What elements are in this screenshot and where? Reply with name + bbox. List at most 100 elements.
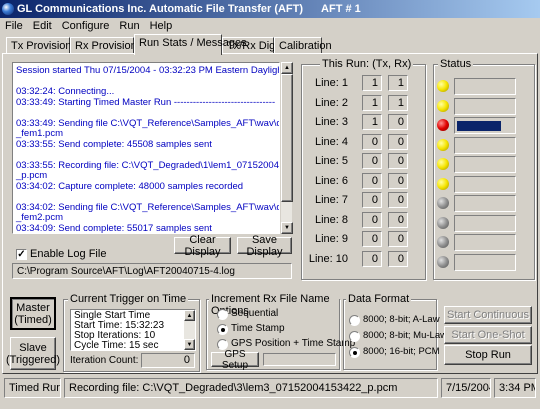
status-led-icon (437, 138, 449, 151)
tab-tx-provisioning[interactable]: Tx Provisioning (6, 37, 86, 54)
clear-display-button[interactable]: Clear Display (174, 234, 231, 258)
tx-count: 1 (362, 114, 382, 130)
app-icon (2, 3, 14, 15)
rx-count: 0 (388, 231, 408, 247)
tx-count: 1 (362, 94, 382, 111)
menu-bar: File Edit Configure Run Help (0, 18, 540, 34)
log-line: _p.pcm (16, 170, 48, 181)
rx-count: 1 (388, 75, 408, 91)
trigger-list[interactable]: Single Start Time Start Time: 15:32:23 S… (70, 309, 196, 351)
rx-count: 0 (388, 153, 408, 169)
rx-count: 1 (388, 94, 408, 111)
status-indicator (454, 195, 516, 212)
log-line: 03:32:24: Connecting... (16, 86, 115, 97)
line-row: Line: 1 11 (312, 75, 408, 91)
gps-status-field (263, 353, 336, 366)
scroll-up-icon[interactable]: ▲ (281, 62, 293, 74)
status-led-icon (437, 99, 449, 112)
format-mulaw-label: 8000; 8-bit; Mu-Law (363, 330, 447, 341)
log-line: 03:34:09: Send complete: 55017 samples s… (16, 222, 212, 234)
start-continuous-button[interactable]: Start Continuous (444, 306, 532, 324)
radio-mulaw[interactable] (349, 331, 360, 342)
tx-count: 0 (362, 153, 382, 169)
log-line: _fem1.pcm (16, 128, 63, 139)
tx-count: 0 (362, 211, 382, 228)
status-group: Status (433, 58, 535, 280)
menu-file[interactable]: File (0, 20, 28, 32)
status-indicator (454, 117, 516, 134)
status-led-icon (437, 119, 449, 131)
radio-sequential[interactable] (217, 309, 228, 320)
tx-count: 0 (362, 192, 382, 208)
line-row: Line: 2 11 (312, 94, 408, 111)
scroll-up-icon[interactable]: ▲ (184, 310, 195, 321)
increment-group: Increment Rx File Name Options Sequentia… (206, 293, 355, 371)
line-label: Line: 4 (314, 135, 348, 148)
line-label: Line: 3 (314, 116, 348, 128)
radio-alaw[interactable] (349, 315, 360, 326)
status-title: Status (438, 58, 474, 70)
data-format-title: Data Format (346, 293, 412, 305)
menu-help[interactable]: Help (145, 20, 178, 32)
tab-calibration[interactable]: Calibration (274, 37, 332, 54)
log-scrollbar[interactable]: ▲ ▼ (280, 62, 293, 234)
log-path-field[interactable]: C:\Program Source\AFT\Log\AFT20040715-4.… (12, 263, 292, 279)
radio-pcm[interactable] (349, 347, 360, 358)
status-led-icon (437, 236, 449, 248)
trigger-title: Current Trigger on Time (68, 293, 189, 305)
instance-label: AFT # 1 (321, 3, 361, 15)
tab-strip: Tx Provisioning Rx Provisioning Run Stat… (0, 34, 540, 55)
status-indicator (454, 156, 516, 173)
slave-triggered-button[interactable]: Slave (Triggered) (6, 337, 60, 370)
option-sequential-label: Sequential (231, 308, 279, 319)
line-label: Line: 7 (314, 194, 348, 206)
title-bar: GL Communications Inc. Automatic File Tr… (0, 0, 540, 18)
window-title: GL Communications Inc. Automatic File Tr… (17, 3, 304, 15)
tx-count: 0 (362, 250, 382, 267)
gps-setup-button[interactable]: GPS Setup (211, 349, 259, 371)
save-display-button[interactable]: Save Display (237, 234, 292, 258)
menu-edit[interactable]: Edit (28, 20, 57, 32)
trigger-scrollbar[interactable]: ▲ ▼ (184, 310, 195, 350)
message-log[interactable]: Session started Thu 07/15/2004 - 03:32:2… (12, 62, 280, 234)
status-time: 3:34 PM (494, 378, 536, 398)
menu-configure[interactable]: Configure (57, 20, 115, 32)
rx-count: 0 (388, 211, 408, 228)
status-led-icon (437, 177, 449, 190)
master-timed-button[interactable]: Master (Timed) (10, 297, 56, 330)
tx-count: 0 (362, 133, 382, 150)
scroll-down-icon[interactable]: ▼ (281, 222, 293, 234)
scroll-thumb[interactable] (281, 74, 293, 202)
start-oneshot-button[interactable]: Start One-Shot (444, 326, 532, 344)
status-led-icon (437, 197, 449, 209)
line-row: Line: 7 00 (312, 192, 408, 208)
format-alaw-label: 8000; 8-bit; A-Law (363, 314, 440, 325)
line-row: Line: 5 00 (312, 153, 408, 169)
radio-time-stamp[interactable] (217, 324, 228, 335)
rx-count: 0 (388, 114, 408, 130)
format-pcm-label: 8000; 16-bit; PCM (363, 346, 440, 357)
option-time-stamp-label: Time Stamp (231, 323, 285, 334)
line-label: Line: 9 (314, 233, 348, 245)
menu-run[interactable]: Run (114, 20, 144, 32)
enable-log-checkbox[interactable]: ✓ (16, 249, 27, 260)
rx-count: 0 (388, 192, 408, 208)
tab-run-stats[interactable]: Run Stats / Messages (134, 34, 247, 55)
line-label: Line: 10 (308, 252, 348, 265)
status-indicator (454, 253, 516, 271)
stop-run-button[interactable]: Stop Run (444, 345, 532, 365)
tab-rx-provisioning[interactable]: Rx Provisioning (70, 37, 151, 54)
status-led-icon (437, 158, 449, 170)
enable-log-label: Enable Log File (30, 248, 107, 260)
log-line: 03:33:49: Starting Timed Master Run ----… (16, 96, 276, 108)
scroll-down-icon[interactable]: ▼ (184, 339, 195, 350)
log-line: _fem2.pcm (16, 212, 63, 223)
rx-count: 0 (388, 133, 408, 150)
line-row: Line: 8 00 (312, 211, 408, 228)
status-led-icon (437, 80, 449, 92)
trigger-line: Cycle Time: 15 sec (74, 340, 159, 351)
line-label: Line: 5 (314, 155, 348, 167)
log-line: 03:34:02: Capture complete: 48000 sample… (16, 180, 244, 192)
status-indicator (454, 78, 516, 95)
